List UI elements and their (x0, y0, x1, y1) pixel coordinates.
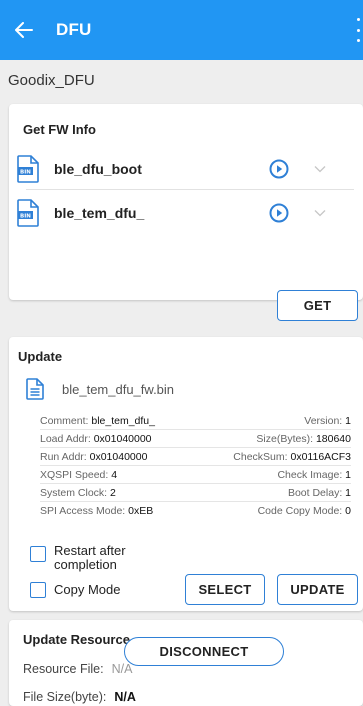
resource-file-row: Resource File: N/A (23, 662, 133, 676)
update-resource-title: Update Resource (23, 632, 130, 647)
checkbox-box[interactable] (30, 546, 46, 562)
divider (26, 189, 354, 190)
back-button[interactable] (0, 0, 48, 60)
fw-item-tem[interactable]: BIN ble_tem_dfu_ (16, 196, 354, 230)
info-row: Load Addr: 0x01040000 Size(Bytes): 18064… (40, 430, 351, 448)
info-row: SPI Access Mode: 0xEB Code Copy Mode: 0 (40, 505, 351, 517)
svg-text:BIN: BIN (20, 214, 31, 220)
bin-file-icon: BIN (17, 199, 39, 227)
document-icon (26, 378, 44, 400)
disconnect-button[interactable]: DISCONNECT (124, 637, 284, 666)
play-circle-icon[interactable] (268, 202, 290, 224)
bin-file-icon: BIN (17, 155, 39, 183)
fw-item-label: ble_tem_dfu_ (54, 205, 145, 221)
play-circle-icon[interactable] (268, 158, 290, 180)
fw-info-title: Get FW Info (23, 122, 96, 137)
page-title: DFU (56, 20, 92, 39)
info-row: Comment: ble_tem_dfu_ Version: 1 (40, 412, 351, 430)
fw-item-label: ble_dfu_boot (54, 161, 142, 177)
selected-file-name: ble_tem_dfu_fw.bin (62, 381, 175, 397)
select-button[interactable]: SELECT (185, 574, 265, 605)
svg-text:BIN: BIN (20, 170, 31, 176)
copy-mode-checkbox[interactable]: Copy Mode (30, 580, 120, 598)
update-title: Update (18, 349, 63, 364)
device-name: Goodix_DFU (8, 72, 95, 89)
more-menu-icon[interactable] (353, 18, 363, 42)
app-bar: DFU (0, 0, 363, 60)
selected-file: ble_tem_dfu_fw.bin (26, 378, 174, 400)
file-size-row: File Size(byte): N/A (23, 690, 136, 704)
chevron-down-icon[interactable] (314, 209, 326, 217)
chevron-down-icon[interactable] (314, 165, 326, 173)
arrow-left-icon (15, 22, 33, 38)
restart-after-completion-checkbox[interactable]: Restart after completion (30, 544, 126, 572)
info-row: XQSPI Speed: 4 Check Image: 1 (40, 466, 351, 484)
get-button[interactable]: GET (277, 290, 358, 321)
update-button[interactable]: UPDATE (277, 574, 358, 605)
checkbox-box[interactable] (30, 582, 46, 598)
info-row: System Clock: 2 Boot Delay: 1 (40, 484, 351, 502)
info-row: Run Addr: 0x01040000 CheckSum: 0x0116ACF… (40, 448, 351, 466)
fw-item-boot[interactable]: BIN ble_dfu_boot (16, 152, 354, 186)
